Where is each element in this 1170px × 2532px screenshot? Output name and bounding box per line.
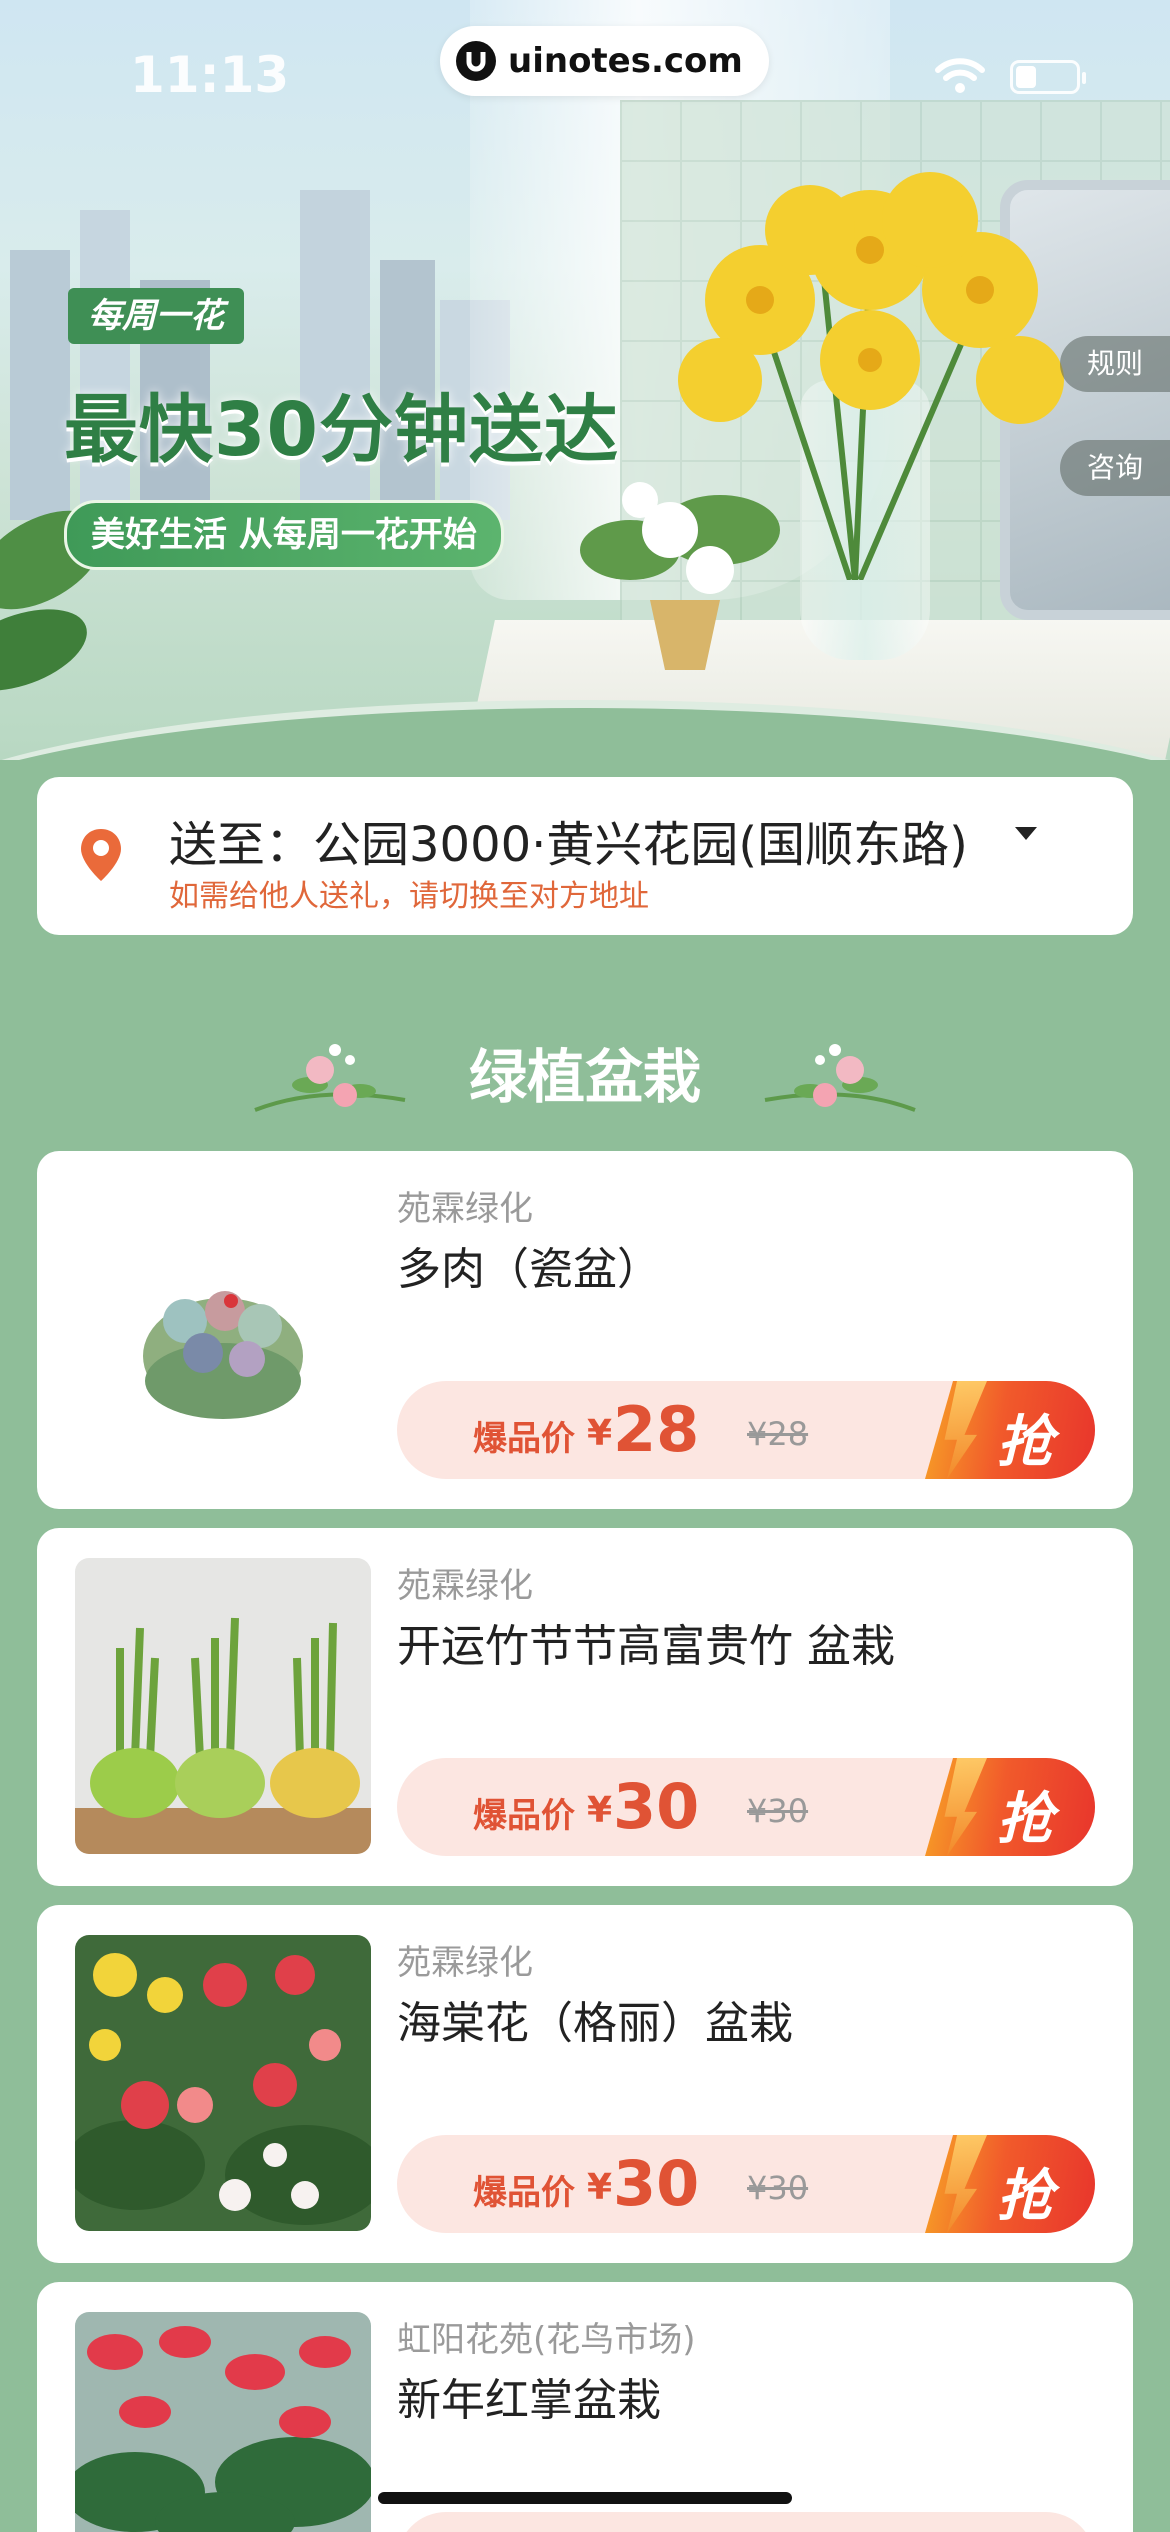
status-time: 11:13 <box>130 46 290 104</box>
current-price: 30 <box>613 1770 700 1843</box>
price-bar[interactable]: 爆品价 ¥ 28 ¥28 抢 <box>397 1381 1095 1479</box>
product-image-lucky-bamboo <box>75 1558 371 1854</box>
banner-slogan: 美好生活 从每周一花开始 <box>64 500 504 570</box>
shop-name: 苑霖绿化 <box>397 1566 533 1606</box>
grab-button[interactable]: 抢 <box>925 1381 1095 1479</box>
currency-symbol: ¥ <box>587 1413 613 1454</box>
shop-name: 苑霖绿化 <box>397 1189 533 1229</box>
grab-button[interactable]: 抢 <box>925 1758 1095 1856</box>
url-text: uinotes.com <box>508 41 743 81</box>
grab-button-label: 抢 <box>997 1410 1053 1475</box>
product-name: 多肉（瓷盆） <box>397 1244 661 1295</box>
address-hint: 如需给他人送礼，请切换至对方地址 <box>169 879 649 914</box>
price-bar[interactable]: 爆品价 ¥ 30 ¥30 抢 <box>397 1758 1095 1856</box>
white-flower-pot-image <box>580 482 780 670</box>
grab-button-label: 抢 <box>997 1787 1053 1852</box>
price-bar[interactable]: 爆品价 ¥ 30 ¥30 抢 <box>397 2135 1095 2233</box>
lightning-bolt-icon <box>944 1758 987 1856</box>
product-card[interactable]: 苑霖绿化 海棠花（格丽）盆栽 爆品价 ¥ 30 ¥30 抢 <box>37 1905 1133 2263</box>
price-label: 爆品价 <box>473 2173 575 2213</box>
battery-icon <box>1010 60 1086 94</box>
product-image-begonia <box>75 1935 371 2231</box>
shop-name: 虹阳花苑(花鸟市场) <box>397 2320 696 2360</box>
lightning-bolt-icon <box>944 2135 987 2233</box>
consult-button[interactable]: 咨询 <box>1060 440 1170 496</box>
banner-headline: 最快30分钟送达 <box>64 387 619 473</box>
weekly-flower-tag: 每周一花 <box>68 288 244 344</box>
currency-symbol: ¥ <box>587 2167 613 2208</box>
grab-button-label: 抢 <box>997 2164 1053 2229</box>
original-price: ¥30 <box>747 2169 809 2207</box>
original-price: ¥28 <box>747 1415 809 1453</box>
home-indicator <box>378 2492 792 2504</box>
price-label: 爆品价 <box>473 1419 575 1459</box>
product-image-anthurium <box>75 2312 371 2532</box>
current-price: 30 <box>613 2147 700 2220</box>
product-name: 海棠花（格丽）盆栽 <box>397 1998 793 2049</box>
current-price: 28 <box>613 1393 700 1466</box>
lightning-bolt-icon <box>944 1381 987 1479</box>
shop-name: 苑霖绿化 <box>397 1943 533 1983</box>
product-name: 开运竹节节高富贵竹 盆栽 <box>397 1621 895 1672</box>
dropdown-caret-icon[interactable] <box>1015 827 1037 840</box>
hero-banner: 每周一花 最快30分钟送达 美好生活 从每周一花开始 规则 咨询 <box>0 0 1170 760</box>
wifi-icon <box>935 58 985 93</box>
delivery-address-card[interactable]: 送至：公园3000·黄兴花园(国顺东路) 如需给他人送礼，请切换至对方地址 <box>37 777 1133 935</box>
product-card[interactable]: 苑霖绿化 多肉（瓷盆） 爆品价 ¥ 28 ¥28 抢 <box>37 1151 1133 1509</box>
price-bar[interactable] <box>397 2512 1095 2532</box>
flower-decoration-right-icon <box>764 1044 916 1112</box>
currency-symbol: ¥ <box>587 1790 613 1831</box>
uinotes-logo-icon <box>456 41 496 81</box>
price-label: 爆品价 <box>473 1796 575 1836</box>
location-pin-icon <box>81 829 121 881</box>
rules-button[interactable]: 规则 <box>1060 336 1170 392</box>
section-title: 绿植盆栽 <box>468 1043 701 1111</box>
delivery-address: 送至：公园3000·黄兴花园(国顺东路) <box>169 817 968 873</box>
product-name: 新年红掌盆栽 <box>397 2375 661 2426</box>
product-card[interactable]: 苑霖绿化 开运竹节节高富贵竹 盆栽 爆品价 ¥ 30 ¥30 抢 <box>37 1528 1133 1886</box>
url-pill: uinotes.com <box>440 26 769 96</box>
product-image-succulent <box>75 1181 371 1477</box>
original-price: ¥30 <box>747 1792 809 1830</box>
grab-button[interactable]: 抢 <box>925 2135 1095 2233</box>
